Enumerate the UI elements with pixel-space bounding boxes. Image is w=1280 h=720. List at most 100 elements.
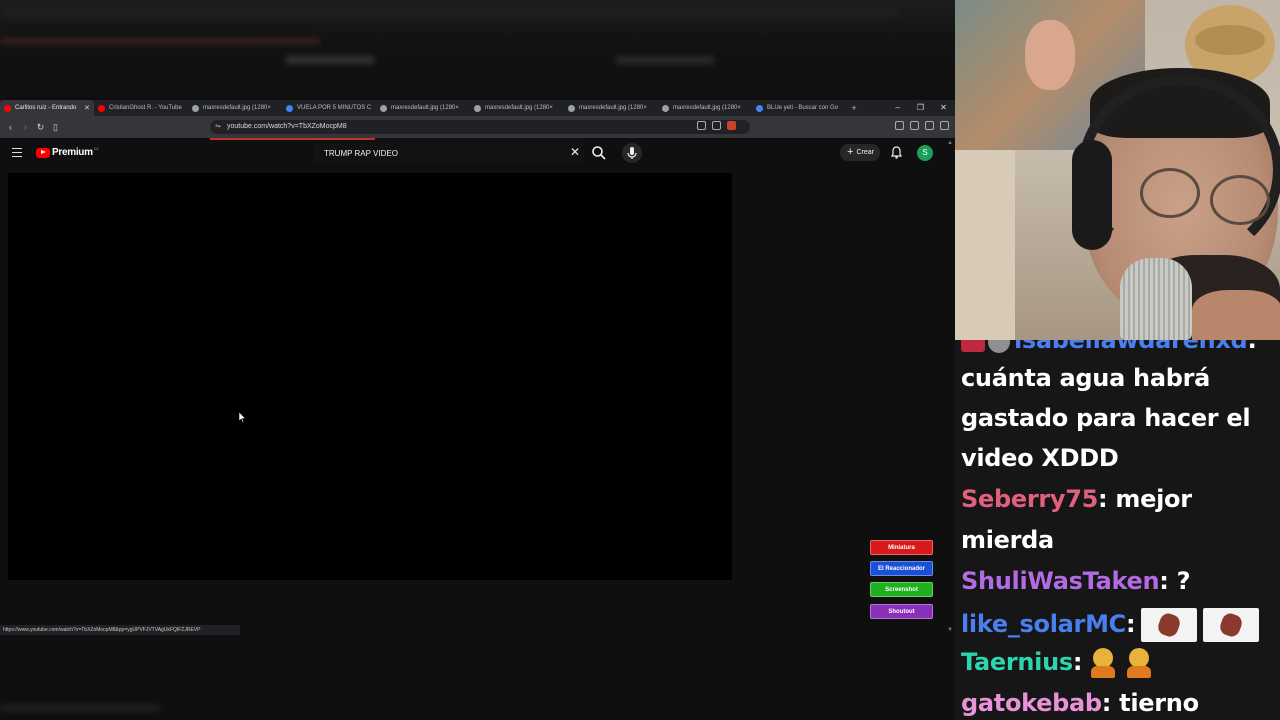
- streamer-hand: [1192, 290, 1280, 340]
- user-badges: [961, 340, 1014, 355]
- miniatura-button[interactable]: Miniatura: [870, 540, 933, 555]
- chat-text: gastado para hacer el: [961, 404, 1251, 432]
- microphone: [1120, 258, 1192, 340]
- search-input[interactable]: [314, 143, 554, 164]
- hamburger-menu-icon[interactable]: [12, 148, 22, 157]
- minimize-button[interactable]: –: [886, 100, 909, 116]
- menu-icon[interactable]: [940, 121, 949, 130]
- restore-button[interactable]: ❐: [909, 100, 932, 116]
- mouse-cursor-icon: [239, 412, 246, 423]
- plus-icon: +: [847, 146, 854, 158]
- globe-favicon-icon: [380, 104, 387, 112]
- cast-icon[interactable]: [697, 121, 706, 130]
- blurred-bar: [0, 704, 160, 712]
- blurred-background-bottom: [0, 638, 955, 720]
- video-player[interactable]: [8, 173, 732, 580]
- forward-arrow-icon[interactable]: ›: [18, 122, 33, 132]
- tab-title: CristianGhost R. - YouTube: [109, 105, 182, 111]
- background-shelf: [955, 150, 1015, 340]
- close-window-button[interactable]: ✕: [932, 100, 955, 116]
- glasses-left-lens: [1140, 168, 1200, 218]
- chat-colon: :: [1101, 689, 1112, 717]
- tab-close-icon[interactable]: ✕: [84, 104, 90, 112]
- chat-text: mejor: [1107, 485, 1192, 513]
- chat-message: isabellawdarenxd:: [961, 340, 1257, 355]
- crying-emote-icon: [1088, 648, 1118, 678]
- youtube-favicon-icon: [98, 104, 105, 112]
- tab-3[interactable]: maxresdefault.jpg (1280×: [188, 100, 282, 116]
- sidebar-toggle-icon[interactable]: ▯: [48, 122, 63, 133]
- back-arrow-icon[interactable]: ‹: [3, 122, 18, 132]
- chat-username: isabellawdarenxd: [1014, 340, 1248, 354]
- youtube-premium-logo[interactable]: Premium CL: [36, 146, 99, 158]
- reload-icon[interactable]: ↻: [33, 122, 48, 133]
- tab-4[interactable]: VUELA POR 5 MINUTOS C: [282, 100, 376, 116]
- straw-hat-brim: [1195, 25, 1265, 55]
- crying-emote-icon: [1124, 648, 1154, 678]
- search-icon[interactable]: [591, 145, 607, 161]
- adblock-extension-icon[interactable]: [727, 121, 736, 130]
- bits-badge-icon: [988, 340, 1010, 353]
- chat-colon: :: [1072, 648, 1083, 676]
- tab-1[interactable]: Carlitos ruiz - Entrando ✕: [0, 100, 94, 116]
- dancing-emote-icon: [1141, 608, 1198, 642]
- youtube-play-icon: [36, 147, 50, 158]
- chat-text: mierda: [961, 526, 1054, 554]
- address-bar-row: ‹ › ↻ ▯ ⇋ youtube.com/watch?v=TbXZoMocpM…: [0, 116, 955, 138]
- tab-8[interactable]: maxresdefault.jpg (1280×: [658, 100, 752, 116]
- url-field[interactable]: ⇋ youtube.com/watch?v=TbXZoMocpM8: [210, 120, 750, 134]
- stream-chat: isabellawdarenxd: cuánta agua habrá gast…: [955, 340, 1280, 720]
- tab-title: maxresdefault.jpg (1280×: [673, 105, 741, 111]
- tab-7[interactable]: maxresdefault.jpg (1280×: [564, 100, 658, 116]
- globe-favicon-icon: [568, 104, 575, 112]
- profile-icon[interactable]: [925, 121, 934, 130]
- media-icon[interactable]: [910, 121, 919, 130]
- site-info-icon[interactable]: ⇋: [215, 120, 221, 134]
- tab-title: maxresdefault.jpg (1280×: [203, 105, 271, 111]
- screenshot-button[interactable]: Screenshot: [870, 582, 933, 597]
- tab-title: VUELA POR 5 MINUTOS C: [297, 105, 372, 111]
- chat-colon: :: [1125, 610, 1136, 638]
- tab-title: maxresdefault.jpg (1280×: [485, 105, 553, 111]
- globe-favicon-icon: [474, 104, 481, 112]
- chat-username: like_solarMC: [961, 610, 1126, 638]
- account-avatar[interactable]: S: [917, 145, 933, 161]
- google-favicon-icon: [286, 104, 293, 112]
- tab-2[interactable]: CristianGhost R. - YouTube: [94, 100, 188, 116]
- clear-search-icon[interactable]: ✕: [570, 145, 580, 159]
- tab-strip: Carlitos ruiz - Entrando ✕ CristianGhost…: [0, 100, 955, 116]
- create-label: Crear: [856, 149, 874, 156]
- shoutout-button[interactable]: Shoutout: [870, 604, 933, 619]
- headphone-earcup: [1072, 140, 1112, 250]
- tab-6[interactable]: maxresdefault.jpg (1280×: [470, 100, 564, 116]
- chat-colon: :: [1098, 485, 1108, 513]
- chat-message: Taernius:: [961, 648, 1154, 678]
- chat-text: video XDDD: [961, 444, 1119, 472]
- tab-9[interactable]: BLUe yeti - Buscar con Go: [752, 100, 846, 116]
- tab-5[interactable]: maxresdefault.jpg (1280×: [376, 100, 470, 116]
- chat-colon: :: [1159, 567, 1169, 595]
- chat-text: cuánta agua habrá: [961, 364, 1211, 392]
- globe-favicon-icon: [192, 104, 199, 112]
- tab-title: Carlitos ruiz - Entrando: [15, 105, 77, 111]
- extensions-icon[interactable]: [895, 121, 904, 130]
- region-code: CL: [93, 146, 99, 151]
- google-favicon-icon: [756, 104, 763, 112]
- new-tab-button[interactable]: +: [846, 103, 862, 113]
- share-icon[interactable]: [712, 121, 721, 130]
- chat-text: ?: [1168, 567, 1191, 595]
- youtube-header: Premium CL ✕ +Crear: [0, 140, 955, 166]
- create-button[interactable]: + Crear: [840, 144, 880, 161]
- scroll-up-arrow-icon[interactable]: ▲: [947, 140, 953, 146]
- el-reaccionador-button[interactable]: El Reaccionador: [870, 561, 933, 576]
- voice-search-button[interactable]: [622, 143, 642, 163]
- window-controls: – ❐ ✕: [886, 100, 955, 116]
- chat-message: ShuliWasTaken: ?: [961, 567, 1191, 595]
- url-action-icons: [697, 121, 736, 130]
- blurred-background-top: [0, 0, 955, 100]
- youtube-favicon-icon: [4, 104, 11, 112]
- globe-favicon-icon: [662, 104, 669, 112]
- microphone-icon: [627, 147, 637, 159]
- scroll-down-arrow-icon[interactable]: ▼: [947, 627, 953, 633]
- notifications-bell-icon[interactable]: [891, 146, 902, 159]
